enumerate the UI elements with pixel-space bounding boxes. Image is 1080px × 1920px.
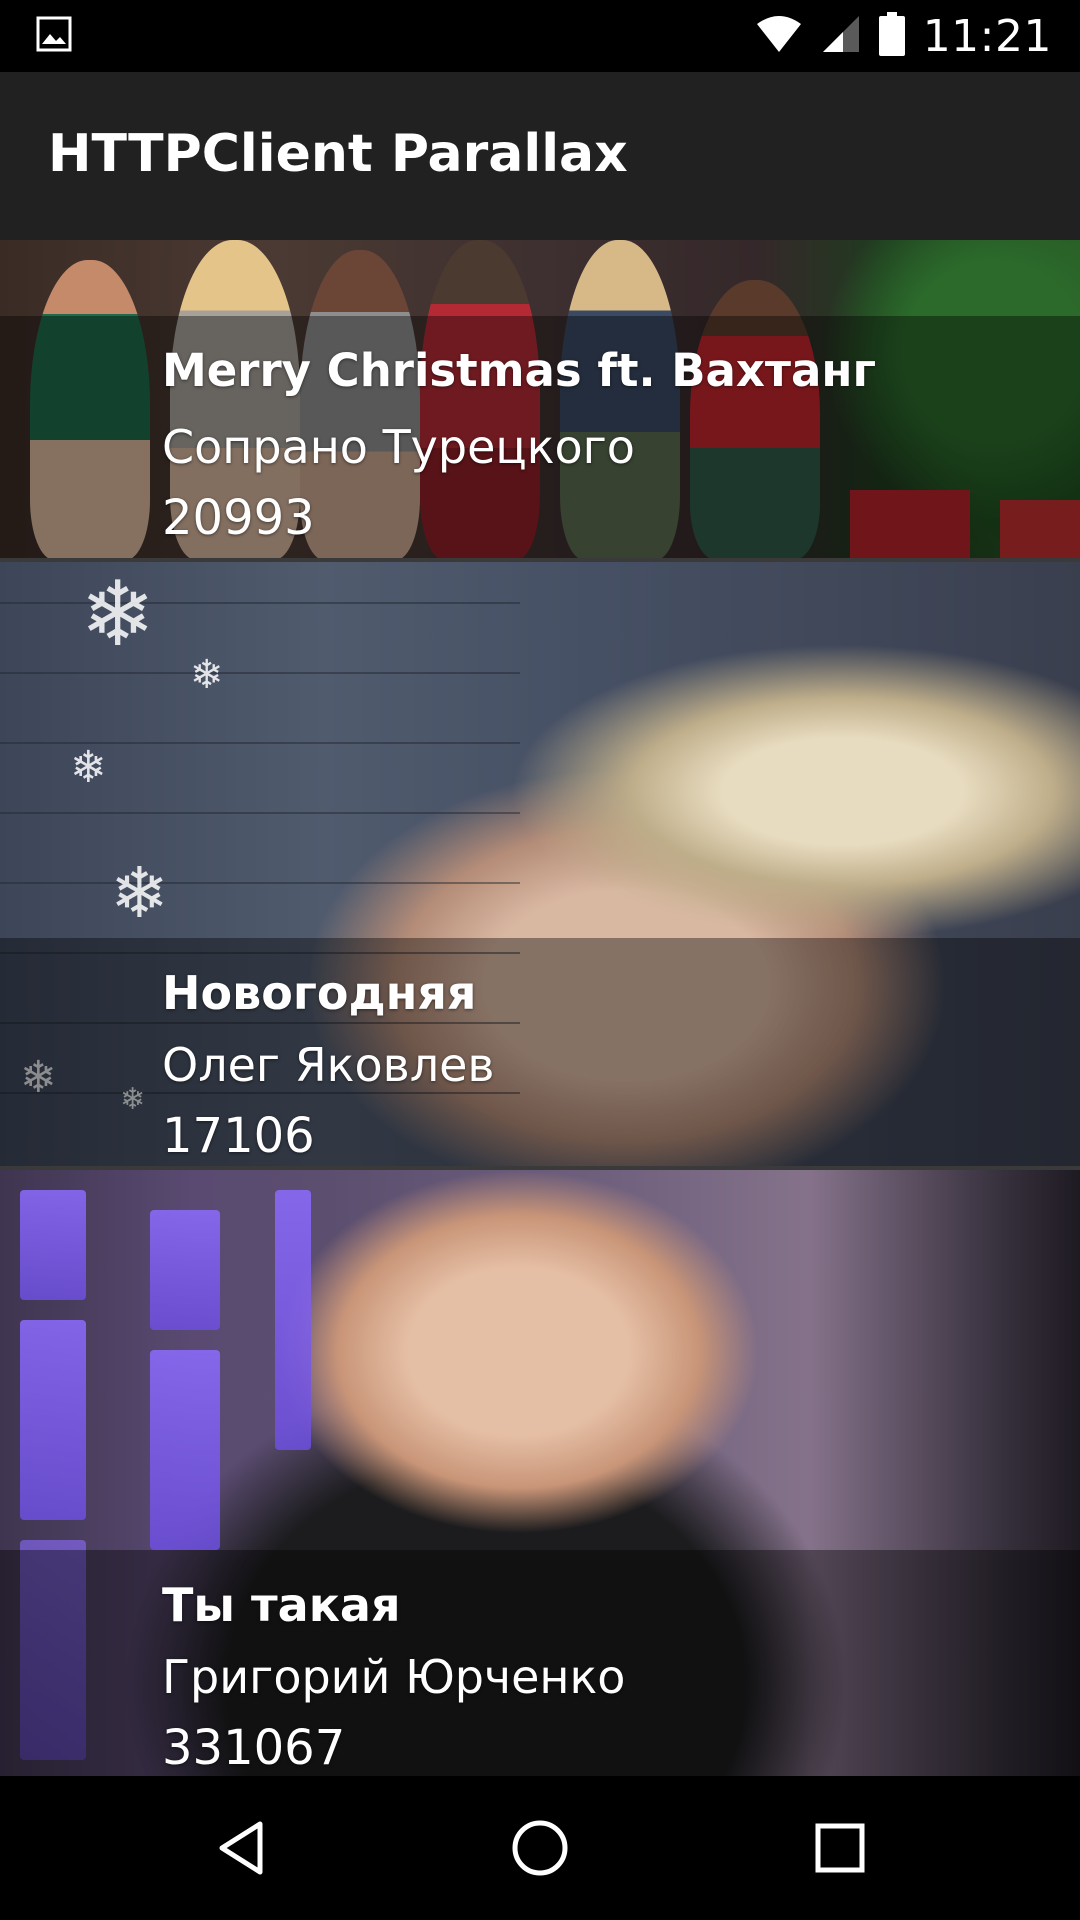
- image-notification-icon: [36, 16, 72, 52]
- song-card[interactable]: Merry Christmas ft. Вахтанг Сопрано Туре…: [0, 240, 1080, 558]
- status-time: 11:21: [922, 10, 1052, 62]
- song-card[interactable]: Ты такая Григорий Юрченко 331067: [0, 1166, 1080, 1776]
- song-play-count: 331067: [162, 1720, 346, 1776]
- song-title: Ты такая: [162, 1578, 401, 1632]
- battery-icon: [878, 11, 905, 61]
- navigation-bar: [0, 1776, 1080, 1920]
- song-card[interactable]: ❄ ❄ ❄ ❄ ❄ ❄ Новогодняя Олег Яковлев 1710…: [0, 558, 1080, 1166]
- app-title: HTTPClient Parallax: [48, 124, 628, 184]
- status-icons: 11:21: [755, 8, 1052, 64]
- song-list[interactable]: Merry Christmas ft. Вахтанг Сопрано Туре…: [0, 240, 1080, 1776]
- app-bar: HTTPClient Parallax: [0, 72, 1080, 240]
- wifi-icon: [755, 14, 803, 59]
- recents-icon[interactable]: [796, 1804, 884, 1892]
- cell-signal-icon: [821, 14, 861, 59]
- home-icon[interactable]: [496, 1804, 584, 1892]
- song-artist: Сопрано Турецкого: [162, 420, 635, 474]
- screen: 11:21 HTTPClient Parallax Merry Christma…: [0, 0, 1080, 1920]
- song-title: Новогодняя: [162, 966, 477, 1020]
- song-play-count: 20993: [162, 490, 315, 546]
- song-artist: Олег Яковлев: [162, 1038, 495, 1092]
- song-artist: Григорий Юрченко: [162, 1650, 626, 1704]
- song-play-count: 17106: [162, 1108, 315, 1164]
- song-title: Merry Christmas ft. Вахтанг: [162, 344, 876, 397]
- back-icon[interactable]: [198, 1804, 286, 1892]
- status-bar: 11:21: [0, 0, 1080, 72]
